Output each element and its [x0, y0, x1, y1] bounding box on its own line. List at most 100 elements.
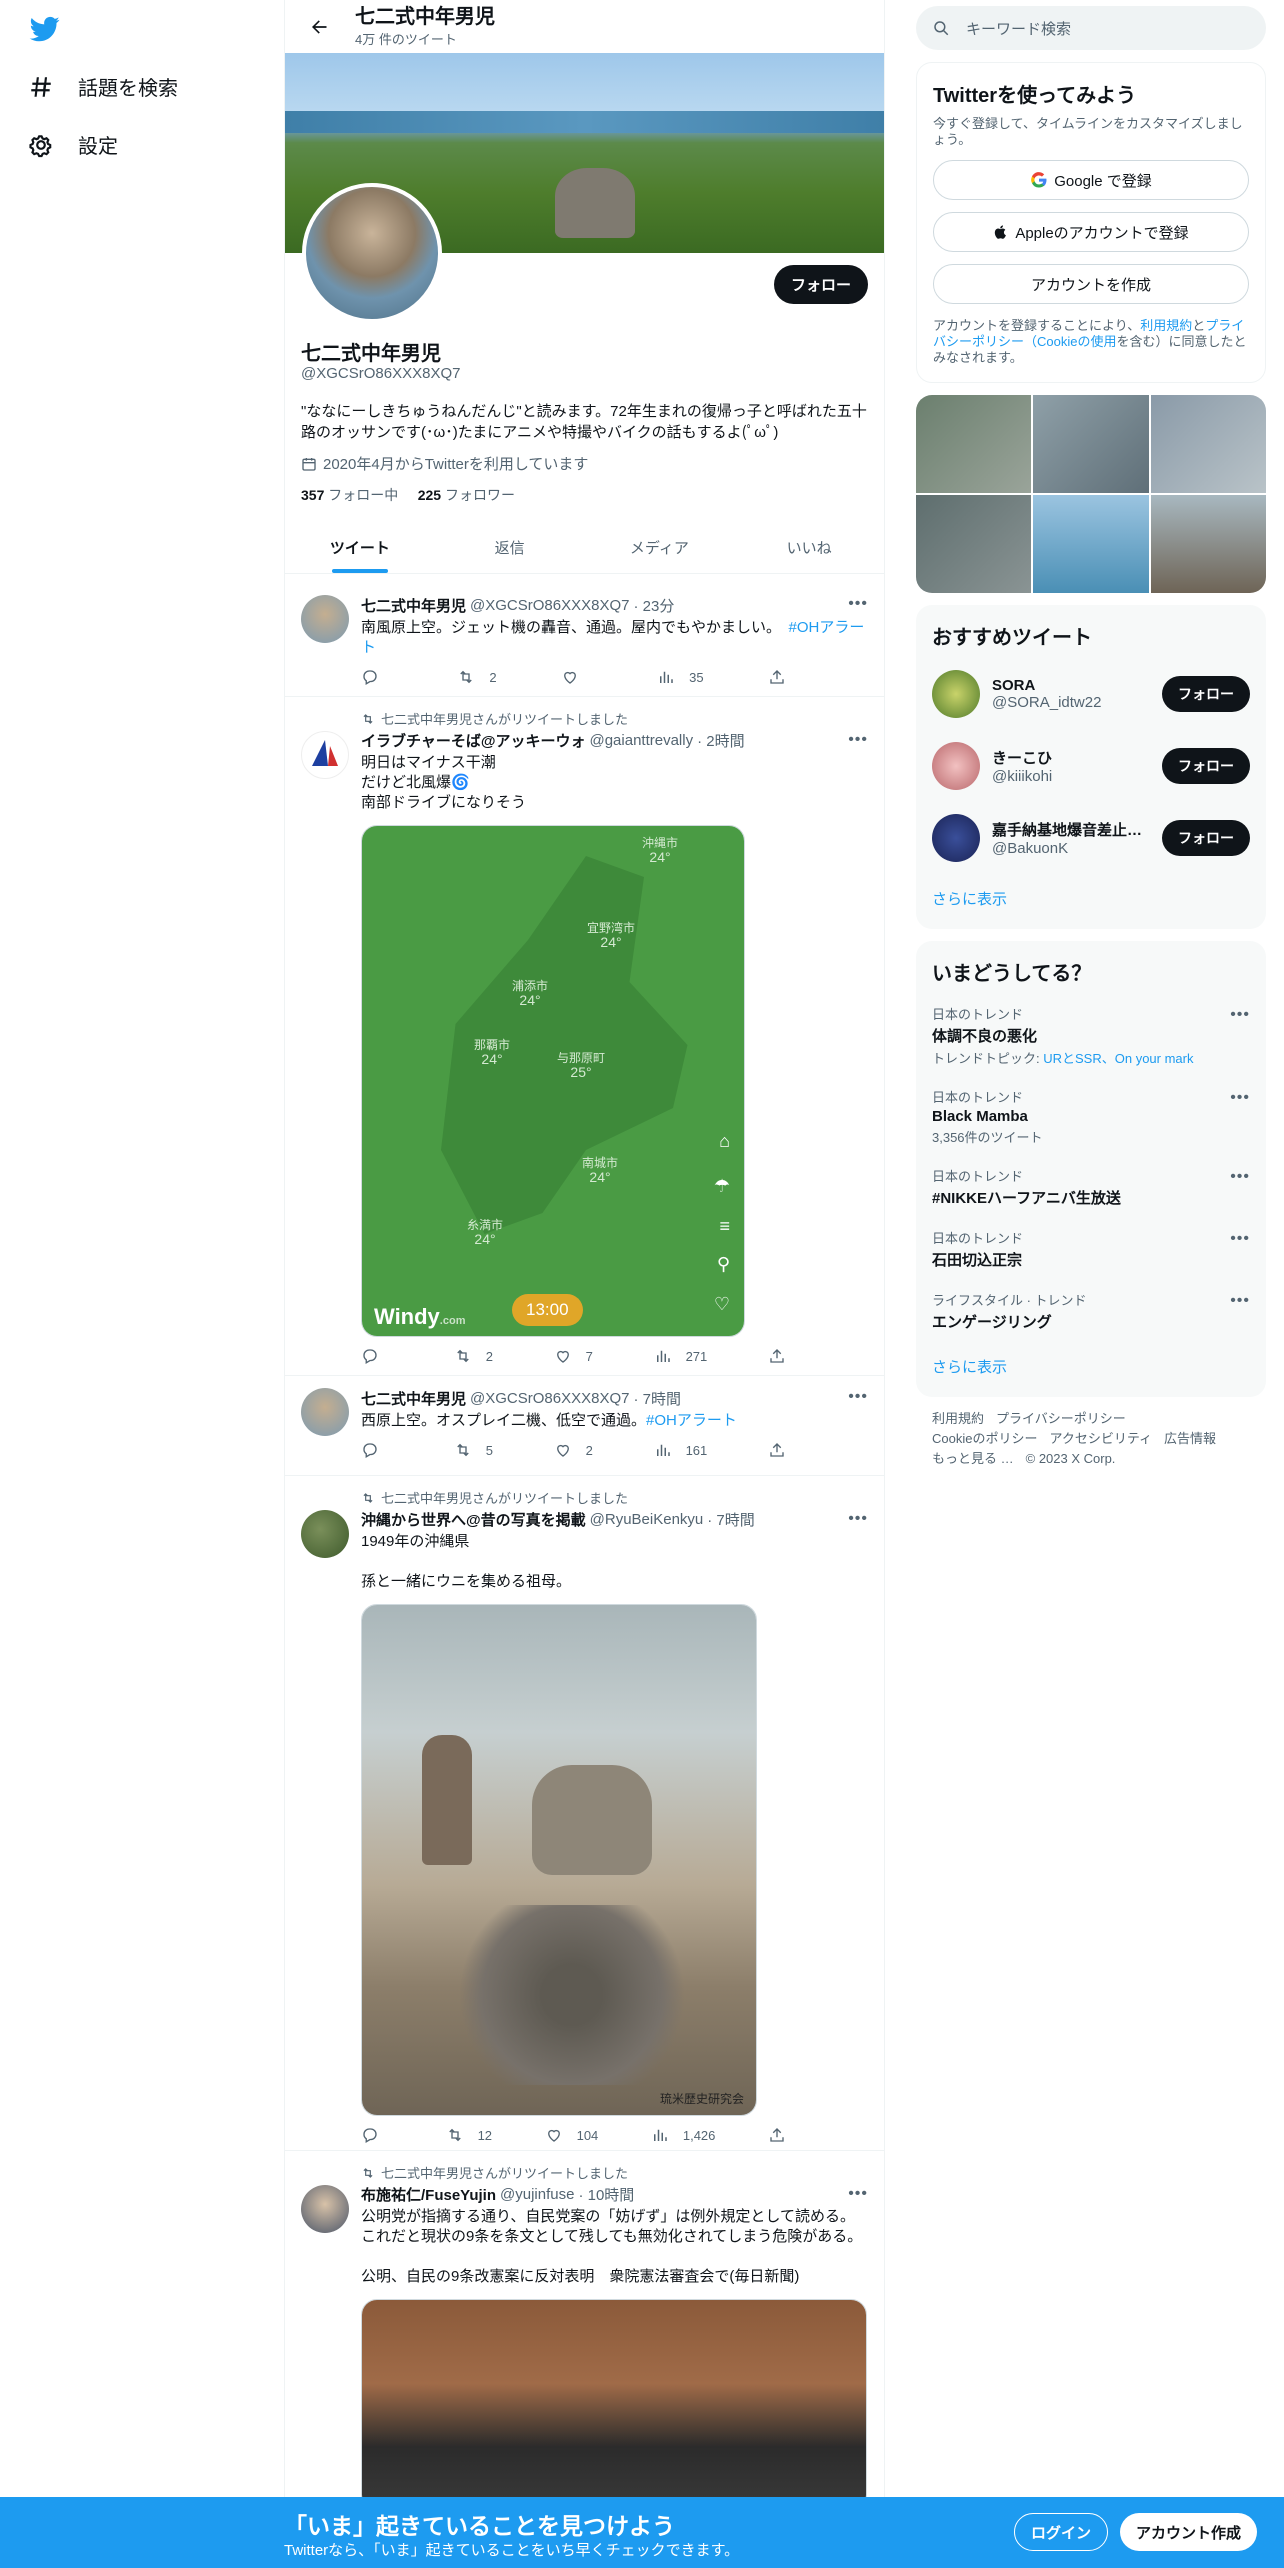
footer-link[interactable]: もっと見る …	[932, 1451, 1014, 1466]
recommended-user[interactable]: きーこひ @kiiikohi フォロー	[932, 730, 1250, 802]
media-thumb[interactable]	[1033, 395, 1149, 493]
apple-signup-button[interactable]: Appleのアカウントで登録	[933, 212, 1249, 252]
footer-link[interactable]: Cookieのポリシー	[932, 1431, 1037, 1446]
like-button[interactable]: 104	[545, 2126, 598, 2144]
media-thumb[interactable]	[916, 395, 1032, 493]
tweet-time[interactable]: · 7時間	[633, 1388, 681, 1409]
tweet-media[interactable]	[361, 2299, 867, 2511]
tweet[interactable]: 七二式中年男児さんがリツイートしました ••• イラブチャーそば@アッキーウォ …	[285, 697, 884, 1376]
retweeted-by-text[interactable]: 七二式中年男児さんがリツイートしました	[381, 1488, 628, 1507]
recommended-user-name[interactable]: SORA	[992, 677, 1150, 694]
recommended-user[interactable]: SORA @SORA_idtw22 フォロー	[932, 658, 1250, 730]
trend-topic-links[interactable]: URとSSR、On your mark	[1043, 1051, 1193, 1066]
retweet-button[interactable]: 12	[446, 2126, 492, 2144]
more-icon[interactable]: •••	[848, 2185, 868, 2203]
signup-button[interactable]: アカウント作成	[1120, 2513, 1258, 2551]
trend-item[interactable]: ••• 日本のトレンド 石田切込正宗	[932, 1218, 1250, 1280]
heart-icon[interactable]: ♡	[714, 1294, 730, 1315]
more-icon[interactable]: •••	[1230, 1292, 1250, 1310]
more-icon[interactable]: •••	[1230, 1168, 1250, 1186]
tweet-avatar[interactable]	[301, 731, 349, 779]
retweet-button[interactable]: 2	[454, 1347, 493, 1365]
map-time-badge[interactable]: 13:00	[512, 1294, 583, 1326]
back-button[interactable]	[301, 9, 337, 45]
views-button[interactable]: 35	[657, 668, 704, 686]
retweet-button[interactable]: 2	[457, 668, 497, 686]
like-button[interactable]: 7	[554, 1347, 593, 1365]
tweet-avatar[interactable]	[301, 1388, 349, 1436]
tweet-author-handle[interactable]: @gaianttrevally	[589, 732, 693, 749]
more-icon[interactable]: •••	[1230, 1230, 1250, 1248]
nav-explore[interactable]: 話題を検索	[28, 72, 178, 101]
terms-link[interactable]: 利用規約	[1140, 318, 1192, 333]
reply-button[interactable]	[361, 1347, 393, 1365]
tweet-author-handle[interactable]: @XGCSrO86XXX8XQ7	[470, 1390, 629, 1407]
tweet-author-name[interactable]: 七二式中年男児	[361, 1388, 466, 1409]
views-button[interactable]: 271	[654, 1347, 707, 1365]
retweeted-by-text[interactable]: 七二式中年男児さんがリツイートしました	[381, 709, 628, 728]
tweet-time[interactable]: · 2時間	[697, 730, 745, 751]
footer-link[interactable]: アクセシビリティ	[1049, 1431, 1152, 1446]
tweet-media[interactable]: 琉米歴史研究会	[361, 1604, 757, 2116]
tweet-avatar[interactable]	[301, 2185, 349, 2233]
views-button[interactable]: 1,426	[651, 2126, 715, 2144]
tweet-author-name[interactable]: 沖縄から世界へ@昔の写真を掲載	[361, 1509, 586, 1530]
hashtag-link[interactable]: #OHアラート	[646, 1412, 737, 1429]
like-button[interactable]	[561, 668, 593, 686]
media-thumb[interactable]	[916, 495, 1032, 593]
views-button[interactable]: 161	[654, 1441, 707, 1459]
tweet[interactable]: ••• 七二式中年男児 @XGCSrO86XXX8XQ7 · 7時間 西原上空。…	[285, 1376, 884, 1476]
follow-button[interactable]: フォロー	[1162, 676, 1250, 712]
tweet-author-handle[interactable]: @RyuBeiKenkyu	[590, 1511, 704, 1528]
tab-likes[interactable]: いいね	[734, 521, 884, 573]
recommended-user-name[interactable]: 嘉手納基地爆音差止…	[992, 819, 1150, 840]
share-button[interactable]	[768, 2126, 786, 2144]
like-button[interactable]: 2	[554, 1441, 593, 1459]
more-icon[interactable]: •••	[1230, 1006, 1250, 1024]
reply-button[interactable]	[361, 668, 393, 686]
tweet-author-handle[interactable]: @yujinfuse	[500, 2186, 574, 2203]
tweet-avatar[interactable]	[301, 595, 349, 643]
nav-settings[interactable]: 設定	[28, 130, 118, 159]
tweet[interactable]: 七二式中年男児さんがリツイートしました ••• 沖縄から世界へ@昔の写真を掲載 …	[285, 1476, 884, 2151]
show-more-link[interactable]: さらに表示	[932, 874, 1250, 917]
more-icon[interactable]: •••	[848, 731, 868, 749]
trend-item[interactable]: ••• 日本のトレンド 体調不良の悪化 トレンドトピック: URとSSR、On …	[932, 994, 1250, 1077]
retweet-button[interactable]: 5	[454, 1441, 493, 1459]
recommended-user[interactable]: 嘉手納基地爆音差止… @BakuonK フォロー	[932, 802, 1250, 874]
reply-button[interactable]	[361, 2126, 393, 2144]
tweet-media[interactable]: 沖縄市 24° 宜野湾市 24° 浦添市 24° 那覇市 24° 与那原町 25° 南城市…	[361, 825, 745, 1337]
tweet-avatar[interactable]	[301, 1510, 349, 1558]
more-icon[interactable]: •••	[1230, 1089, 1250, 1107]
tweet-time[interactable]: · 7時間	[707, 1509, 755, 1530]
trend-item[interactable]: ••• 日本のトレンド #NIKKEハーフアニバ生放送	[932, 1156, 1250, 1218]
retweeted-by-text[interactable]: 七二式中年男児さんがリツイートしました	[381, 2163, 628, 2182]
reply-button[interactable]	[361, 1441, 393, 1459]
footer-link[interactable]: 利用規約	[932, 1411, 984, 1426]
footer-link[interactable]: 広告情報	[1164, 1431, 1216, 1446]
followers-link[interactable]: 225 フォロワー	[418, 487, 515, 503]
create-account-button[interactable]: アカウントを作成	[933, 264, 1249, 304]
search-box[interactable]: キーワード検索	[916, 6, 1266, 50]
layers-icon[interactable]: ☂	[714, 1176, 730, 1197]
twitter-bird-icon[interactable]	[28, 14, 62, 44]
more-icon[interactable]: •••	[848, 1510, 868, 1528]
trend-item[interactable]: ••• ライフスタイル · トレンド エンゲージリング	[932, 1280, 1250, 1342]
recommended-user-name[interactable]: きーこひ	[992, 747, 1150, 768]
avatar[interactable]	[932, 814, 980, 862]
media-thumb[interactable]	[1033, 495, 1149, 593]
avatar[interactable]	[932, 742, 980, 790]
tweet-time[interactable]: · 10時間	[578, 2184, 634, 2205]
following-link[interactable]: 357 フォロー中	[301, 487, 398, 503]
media-thumb[interactable]	[1150, 395, 1266, 493]
more-icon[interactable]: •••	[848, 1388, 868, 1406]
home-icon[interactable]: ⌂	[719, 1131, 730, 1152]
more-icon[interactable]: •••	[848, 595, 868, 613]
tab-replies[interactable]: 返信	[435, 521, 585, 573]
share-button[interactable]	[768, 1441, 786, 1459]
share-button[interactable]	[768, 668, 786, 686]
tweet-author-name[interactable]: イラブチャーそば@アッキーウォ	[361, 730, 585, 751]
tweet-author-name[interactable]: 布施祐仁/FuseYujin	[361, 2184, 496, 2205]
tweet-author-handle[interactable]: @XGCSrO86XXX8XQ7	[470, 597, 629, 614]
show-more-link[interactable]: さらに表示	[932, 1342, 1250, 1385]
